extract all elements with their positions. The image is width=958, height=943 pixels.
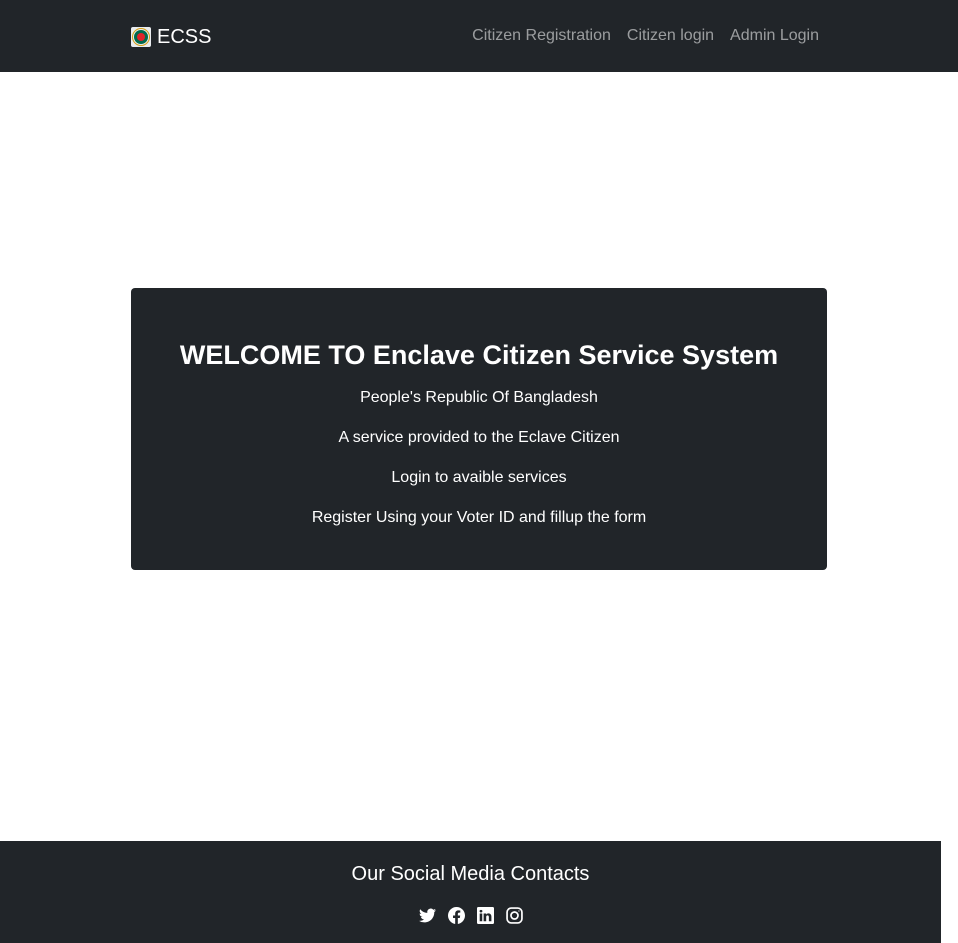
service-line: A service provided to the Eclave Citizen bbox=[338, 429, 620, 446]
login-hint: Login to avaible services bbox=[391, 469, 567, 486]
instagram-icon[interactable] bbox=[505, 907, 523, 924]
welcome-banner: WELCOME TO Enclave Citizen Service Syste… bbox=[131, 288, 827, 570]
bangladesh-emblem-icon bbox=[131, 27, 151, 47]
social-links bbox=[0, 907, 941, 924]
welcome-title: WELCOME TO Enclave Citizen Service Syste… bbox=[179, 340, 779, 370]
nav-links: Citizen Registration Citizen login Admin… bbox=[472, 25, 819, 47]
nav-citizen-registration[interactable]: Citizen Registration bbox=[472, 25, 611, 47]
brand-link[interactable]: ECSS bbox=[131, 24, 211, 50]
footer-title: Our Social Media Contacts bbox=[351, 863, 590, 885]
linkedin-icon[interactable] bbox=[476, 907, 494, 924]
footer: Our Social Media Contacts bbox=[0, 841, 941, 943]
country-line: People's Republic Of Bangladesh bbox=[360, 389, 598, 406]
facebook-icon[interactable] bbox=[447, 907, 465, 924]
brand-name: ECSS bbox=[157, 26, 212, 48]
navbar: ECSS Citizen Registration Citizen login … bbox=[0, 0, 958, 72]
register-hint: Register Using your Voter ID and fillup … bbox=[311, 509, 647, 526]
twitter-icon[interactable] bbox=[418, 907, 436, 924]
nav-citizen-login[interactable]: Citizen login bbox=[627, 25, 714, 47]
nav-admin-login[interactable]: Admin Login bbox=[730, 25, 819, 47]
